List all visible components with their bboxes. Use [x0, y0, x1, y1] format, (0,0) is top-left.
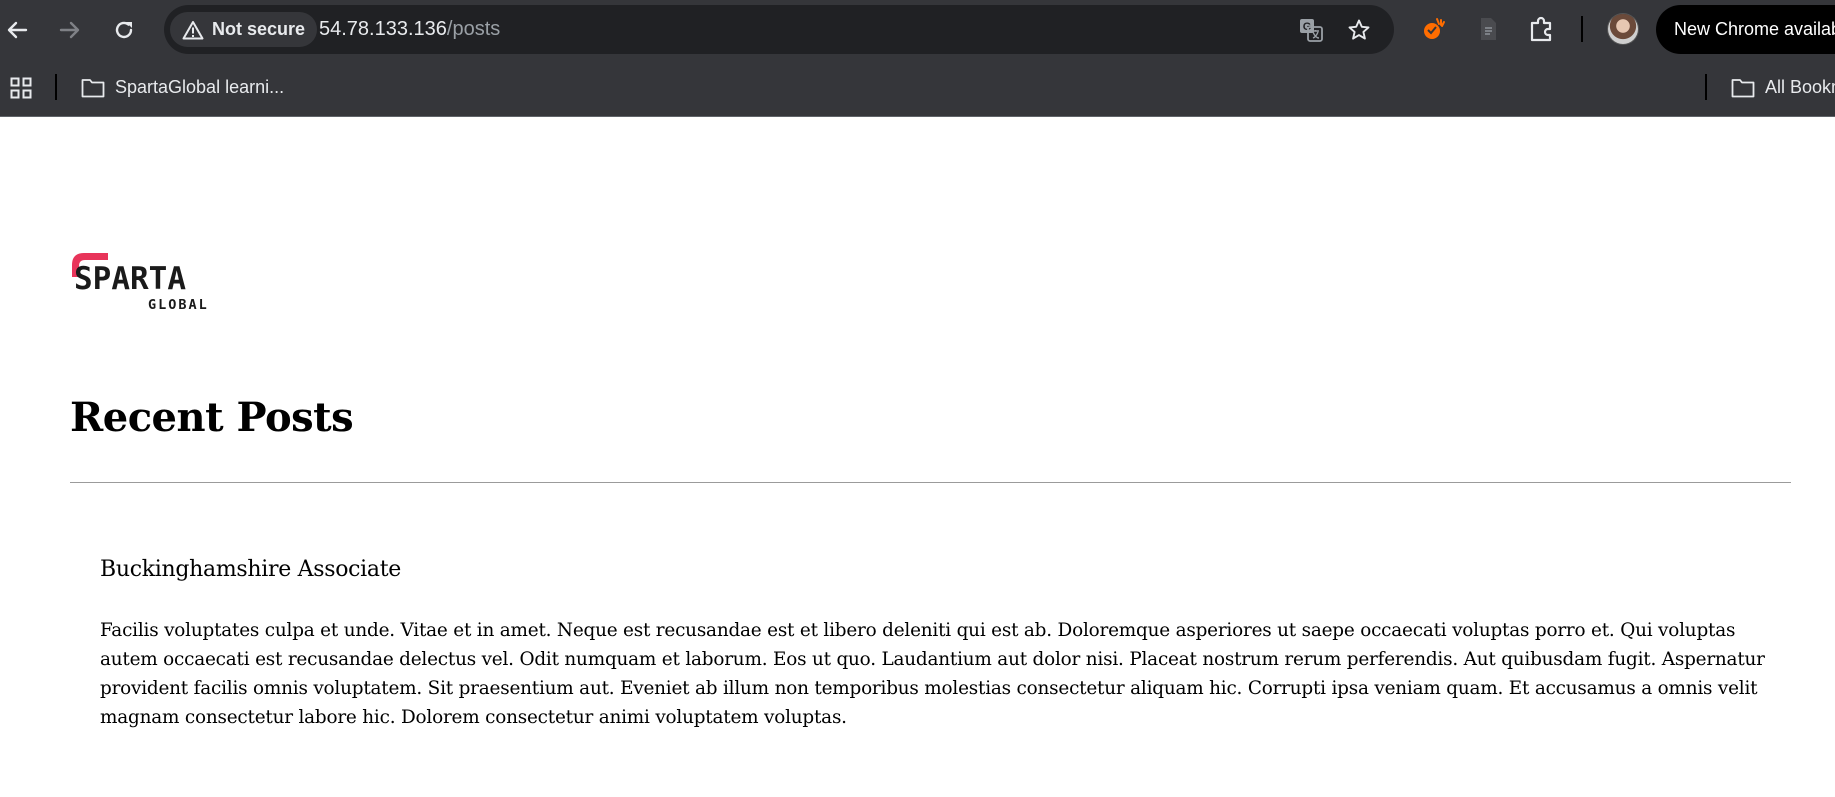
bookmarks-separator: [55, 74, 57, 100]
logo-text-sub: GLOBAL: [148, 297, 209, 311]
chrome-update-button[interactable]: New Chrome available: [1656, 5, 1835, 54]
post-title: Buckinghamshire Associate: [100, 557, 401, 582]
bookmark-folder-spartaglobal[interactable]: SpartaGlobal learni...: [81, 59, 284, 116]
forward-arrow-icon: [59, 21, 80, 39]
warning-triangle-icon: [182, 20, 204, 39]
star-icon: [1348, 19, 1370, 40]
folder-icon: [81, 78, 105, 97]
page-title: Recent Posts: [70, 394, 354, 441]
folder-icon: [1731, 78, 1755, 97]
url-host: 54.78.133.136: [319, 18, 447, 40]
security-label: Not secure: [212, 19, 306, 39]
reload-button[interactable]: [104, 10, 144, 50]
bookmarks-separator: [1705, 74, 1707, 100]
orange-extension-button[interactable]: [1419, 14, 1449, 44]
puzzle-icon: [1530, 16, 1552, 42]
document-extension-button[interactable]: [1473, 14, 1503, 44]
url-path: /posts: [446, 18, 501, 40]
logo-text-main: SPARTA: [74, 261, 186, 297]
section-divider: [70, 482, 1791, 483]
page-content: SPARTA GLOBAL Recent Posts Buckinghamshi…: [0, 117, 1835, 797]
address-bar[interactable]: Not secure 54.78.133.136/posts G: [164, 5, 1394, 54]
sparta-global-logo[interactable]: SPARTA GLOBAL: [68, 249, 228, 313]
apps-button[interactable]: [10, 59, 42, 116]
forward-button[interactable]: [50, 10, 90, 50]
translate-button[interactable]: G: [1297, 16, 1325, 44]
apps-grid-icon: [10, 77, 32, 98]
post-body: Facilis voluptates culpa et unde. Vitae …: [100, 620, 1765, 728]
back-button[interactable]: [0, 10, 37, 50]
document-extension-icon: [1481, 18, 1496, 40]
toolbar-separator: [1581, 16, 1583, 42]
all-bookmarks-label: All Bookmarks: [1765, 77, 1835, 97]
browser-toolbar: Not secure 54.78.133.136/posts G New Chr…: [0, 0, 1835, 59]
bookmark-folder-label: SpartaGlobal learni...: [115, 77, 285, 97]
extensions-button[interactable]: [1527, 14, 1557, 44]
bookmark-star-button[interactable]: [1345, 16, 1373, 44]
reload-icon: [115, 21, 133, 39]
translate-icon: G: [1300, 19, 1323, 42]
back-arrow-icon: [7, 21, 28, 39]
url-text[interactable]: 54.78.133.136/posts: [319, 5, 500, 54]
all-bookmarks-button[interactable]: All Bookmarks: [1731, 59, 1835, 116]
profile-avatar[interactable]: [1608, 14, 1638, 44]
bookmarks-bar: SpartaGlobal learni... All Bookmarks: [0, 59, 1835, 117]
update-button-label: New Chrome available: [1674, 19, 1835, 39]
orange-extension-icon: [1424, 18, 1445, 39]
